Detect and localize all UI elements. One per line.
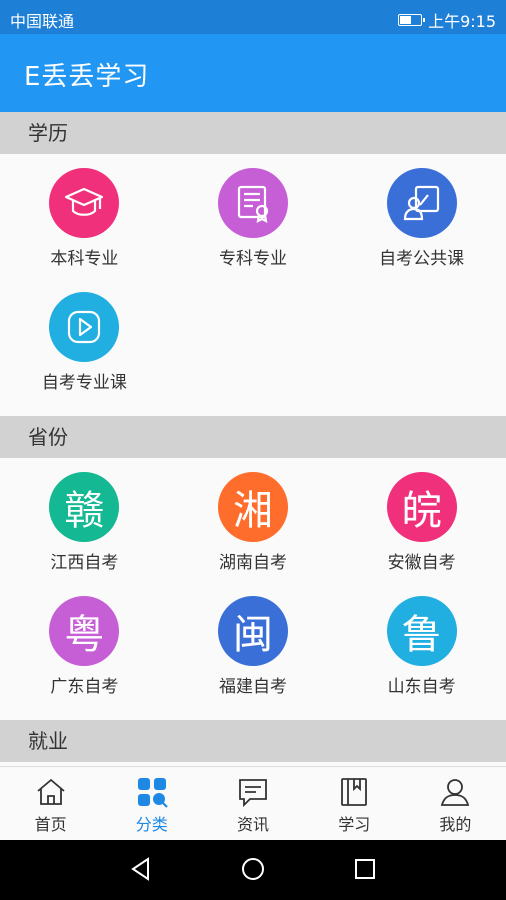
battery-icon (398, 14, 426, 26)
tab-study[interactable]: 学习 (304, 767, 405, 841)
tab-label: 分类 (135, 815, 168, 834)
category-public-course[interactable]: 自考公共课 (337, 154, 506, 278)
tab-news[interactable]: 资讯 (202, 767, 303, 841)
category-label: 湖南自考 (218, 553, 287, 573)
category-label: 安徽自考 (387, 553, 456, 573)
recents-icon[interactable] (352, 856, 378, 882)
tab-mine[interactable]: 我的 (405, 767, 506, 841)
home-button-icon[interactable] (240, 856, 266, 882)
user-icon (441, 779, 470, 806)
section-header-employment: 就业 (0, 720, 506, 762)
province-glyph-badge: 湘 (217, 472, 288, 542)
category-label: 本科专业 (50, 249, 119, 269)
category-icon (137, 778, 168, 808)
bottom-tab-bar: 首页 分类 资讯 学习 我的 (0, 766, 506, 841)
tab-home[interactable]: 首页 (0, 767, 101, 841)
category-label: 自考专业课 (41, 373, 127, 393)
category-label: 专科专业 (218, 249, 287, 269)
section-header-province: 省份 (0, 416, 506, 458)
category-content[interactable]: 学历 本科专业 专科专业 自考公共课 自考专业课 省份 赣 江西自考 湘 湖南自… (0, 112, 506, 766)
province-glyph-badge: 鲁 (386, 596, 457, 666)
tab-label: 资讯 (237, 815, 270, 834)
category-major-course[interactable]: 自考专业课 (0, 278, 169, 402)
province-glyph-badge: 皖 (386, 472, 457, 542)
category-guangdong[interactable]: 粤 广东自考 (0, 582, 169, 706)
back-icon[interactable] (128, 856, 154, 882)
category-undergrad[interactable]: 本科专业 (0, 154, 169, 278)
category-fujian[interactable]: 闽 福建自考 (169, 582, 338, 706)
status-bar: 中国联通 上午9:15 (0, 0, 506, 34)
app-title: E丢丢学习 (24, 62, 150, 92)
category-hunan[interactable]: 湘 湖南自考 (169, 458, 338, 582)
category-jiangxi[interactable]: 赣 江西自考 (0, 458, 169, 582)
system-nav-bar (0, 840, 506, 900)
province-glyph-badge: 闽 (217, 596, 288, 666)
play-icon (49, 292, 120, 362)
certificate-icon (217, 168, 288, 238)
province-glyph-badge: 粤 (49, 596, 120, 666)
category-label: 福建自考 (218, 677, 287, 697)
status-time: 上午9:15 (428, 12, 496, 31)
app-bar: E丢丢学习 (0, 34, 506, 112)
category-anhui[interactable]: 皖 安徽自考 (337, 458, 506, 582)
category-shandong[interactable]: 鲁 山东自考 (337, 582, 506, 706)
teacher-board-icon (386, 168, 457, 238)
education-grid: 本科专业 专科专业 自考公共课 自考专业课 (0, 154, 506, 402)
category-label: 江西自考 (50, 553, 119, 573)
graduation-cap-icon (49, 168, 120, 238)
home-icon (37, 778, 65, 805)
category-label: 自考公共课 (379, 249, 465, 269)
category-label: 山东自考 (387, 677, 456, 697)
section-header-education: 学历 (0, 112, 506, 154)
province-grid: 赣 江西自考 湘 湖南自考 皖 安徽自考 粤 广东自考 闽 福建自考 鲁 山东自… (0, 458, 506, 706)
tab-label: 首页 (34, 815, 67, 834)
message-icon (239, 779, 267, 808)
category-label: 广东自考 (50, 677, 119, 697)
book-icon (341, 778, 368, 806)
province-glyph-badge: 赣 (49, 472, 120, 542)
carrier-name: 中国联通 (10, 12, 75, 31)
tab-label: 我的 (439, 815, 472, 834)
tab-category[interactable]: 分类 (101, 767, 202, 841)
tab-label: 学习 (338, 815, 371, 834)
category-college[interactable]: 专科专业 (169, 154, 338, 278)
